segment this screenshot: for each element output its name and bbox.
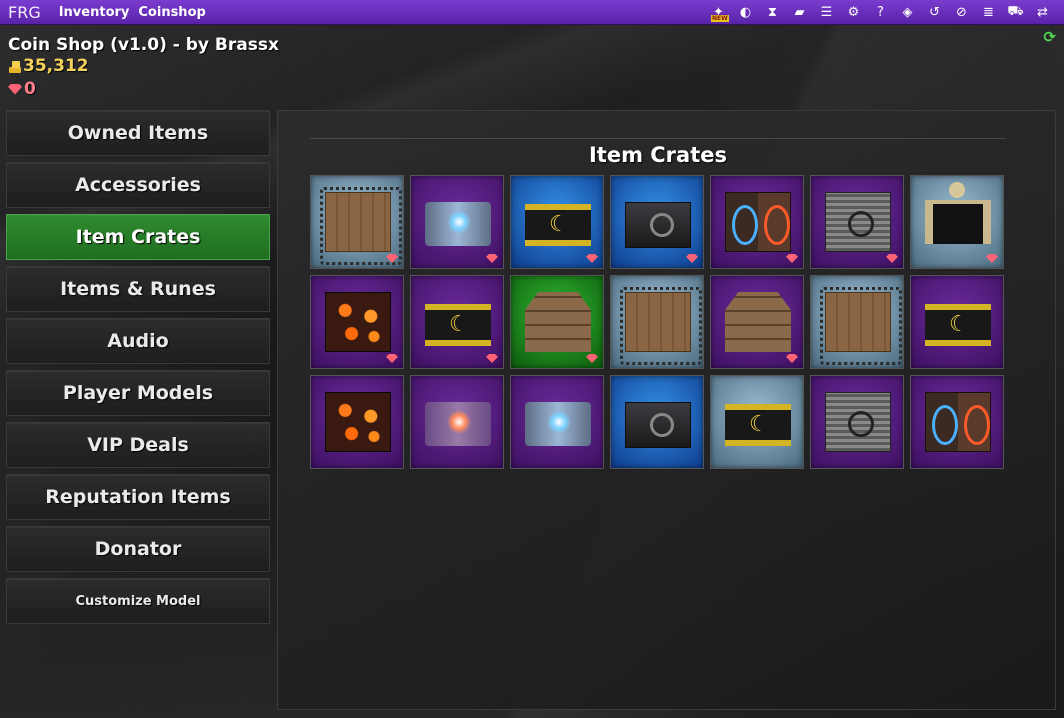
- crate-tile[interactable]: [910, 375, 1004, 469]
- refresh-icon[interactable]: ⟳: [1043, 28, 1056, 46]
- nav-audio[interactable]: Audio: [6, 318, 270, 364]
- moon-gold-chest-icon: [425, 304, 491, 346]
- nav-reputation-items[interactable]: Reputation Items: [6, 474, 270, 520]
- crate-tile[interactable]: [410, 175, 504, 269]
- moon-gold-chest-icon: [925, 304, 991, 346]
- crate-tile[interactable]: [710, 275, 804, 369]
- gem-price-icon: [786, 354, 798, 363]
- stone-crate-icon: [825, 192, 891, 252]
- brand-label: FRG: [8, 2, 41, 22]
- gem-price-icon: [986, 254, 998, 263]
- nav-item-crates[interactable]: Item Crates: [6, 214, 270, 260]
- gem-price-icon: [486, 354, 498, 363]
- rune-portal-crate-icon: [725, 192, 791, 252]
- hourglass-icon[interactable]: ⧗: [759, 5, 786, 20]
- panel-title: Item Crates: [310, 138, 1006, 167]
- gem-price-icon: [486, 254, 498, 263]
- crate-tile[interactable]: [810, 175, 904, 269]
- stacked-crates-icon: [525, 292, 591, 352]
- category-sidebar: Owned Items Accessories Item Crates Item…: [6, 110, 270, 630]
- glowing-blue-chest-icon: [425, 202, 491, 246]
- coin-balance: 35,312: [8, 56, 89, 76]
- crate-tile[interactable]: [310, 375, 404, 469]
- shop-title: Coin Shop (v1.0) - by Brassx: [8, 35, 279, 55]
- undo-icon[interactable]: ↺: [921, 5, 948, 20]
- moon-gold-chest-icon: [525, 204, 591, 246]
- crate-tile[interactable]: [710, 175, 804, 269]
- dark-metal-chest-icon: [625, 402, 691, 448]
- nav-player-models[interactable]: Player Models: [6, 370, 270, 416]
- crate-tile[interactable]: [510, 375, 604, 469]
- moon-gold-chest-icon: [725, 404, 791, 446]
- list-icon[interactable]: ☰: [813, 5, 840, 20]
- gem-price-icon: [586, 354, 598, 363]
- cart-icon[interactable]: ⛟: [1002, 4, 1029, 21]
- new-badge: NEW: [711, 15, 729, 22]
- nav-donator[interactable]: Donator: [6, 526, 270, 572]
- coin-amount: 35,312: [23, 56, 89, 76]
- nav-vip-deals[interactable]: VIP Deals: [6, 422, 270, 468]
- new-icon[interactable]: ✦ NEW: [705, 5, 732, 22]
- gem-price-icon: [786, 254, 798, 263]
- swap-icon[interactable]: ⇄: [1029, 5, 1056, 20]
- nav-customize-model[interactable]: Customize Model: [6, 578, 270, 624]
- crate-tile[interactable]: [910, 175, 1004, 269]
- coins-icon: [8, 60, 22, 73]
- note-icon[interactable]: ▰: [786, 5, 813, 20]
- gem-price-icon: [886, 254, 898, 263]
- chained-wooden-crate-icon: [320, 187, 402, 265]
- crate-tile[interactable]: [610, 175, 704, 269]
- fire-crate-icon: [325, 392, 391, 452]
- nav-items-runes[interactable]: Items & Runes: [6, 266, 270, 312]
- gem-price-icon: [386, 354, 398, 363]
- fire-crate-icon: [325, 292, 391, 352]
- gears-icon[interactable]: ⚙: [840, 5, 867, 20]
- rune-portal-crate-icon: [925, 392, 991, 452]
- gem-balance: 0: [8, 79, 36, 99]
- crate-tile[interactable]: [410, 375, 504, 469]
- toolbar-icons: ✦ NEW ◐ ⧗ ▰ ☰ ⚙ ? ◈ ↺ ⊘ ≣ ⛟ ⇄: [705, 0, 1056, 25]
- stacked-crates-icon: [725, 292, 791, 352]
- contrast-icon[interactable]: ◐: [732, 5, 759, 20]
- crate-tile[interactable]: [910, 275, 1004, 369]
- crate-tile[interactable]: [710, 375, 804, 469]
- crate-tile[interactable]: [510, 275, 604, 369]
- crate-tile[interactable]: [310, 275, 404, 369]
- gem-price-icon: [686, 254, 698, 263]
- crate-tile[interactable]: [610, 275, 704, 369]
- gem-price-icon: [586, 254, 598, 263]
- glowing-blue-chest-icon: [525, 402, 591, 446]
- inventory-link[interactable]: Inventory: [59, 5, 130, 20]
- nav-owned-items[interactable]: Owned Items: [6, 110, 270, 156]
- crate-tile[interactable]: [510, 175, 604, 269]
- checklist-icon[interactable]: ≣: [975, 5, 1002, 20]
- gem-icon: [8, 83, 22, 95]
- dark-metal-chest-icon: [625, 202, 691, 248]
- compass-icon[interactable]: ⊘: [948, 5, 975, 20]
- top-bar: FRG Inventory Coinshop ✦ NEW ◐ ⧗ ▰ ☰ ⚙ ? …: [0, 0, 1064, 25]
- crate-grid: [310, 175, 1004, 469]
- crate-tile[interactable]: [410, 275, 504, 369]
- stone-crate-icon: [825, 392, 891, 452]
- chained-wooden-crate-icon: [820, 287, 902, 365]
- crate-tile[interactable]: [610, 375, 704, 469]
- gem-amount: 0: [24, 79, 36, 99]
- crate-tile[interactable]: [810, 375, 904, 469]
- coinshop-link[interactable]: Coinshop: [138, 5, 205, 20]
- crate-tile[interactable]: [810, 275, 904, 369]
- cube-icon[interactable]: ◈: [894, 5, 921, 20]
- crate-tile[interactable]: [310, 175, 404, 269]
- content-panel: Item Crates: [277, 110, 1056, 710]
- nav-accessories[interactable]: Accessories: [6, 162, 270, 208]
- help-icon[interactable]: ?: [867, 5, 894, 20]
- chained-wooden-crate-icon: [620, 287, 702, 365]
- bone-chest-icon: [925, 182, 991, 244]
- glowing-orange-chest-icon: [425, 402, 491, 446]
